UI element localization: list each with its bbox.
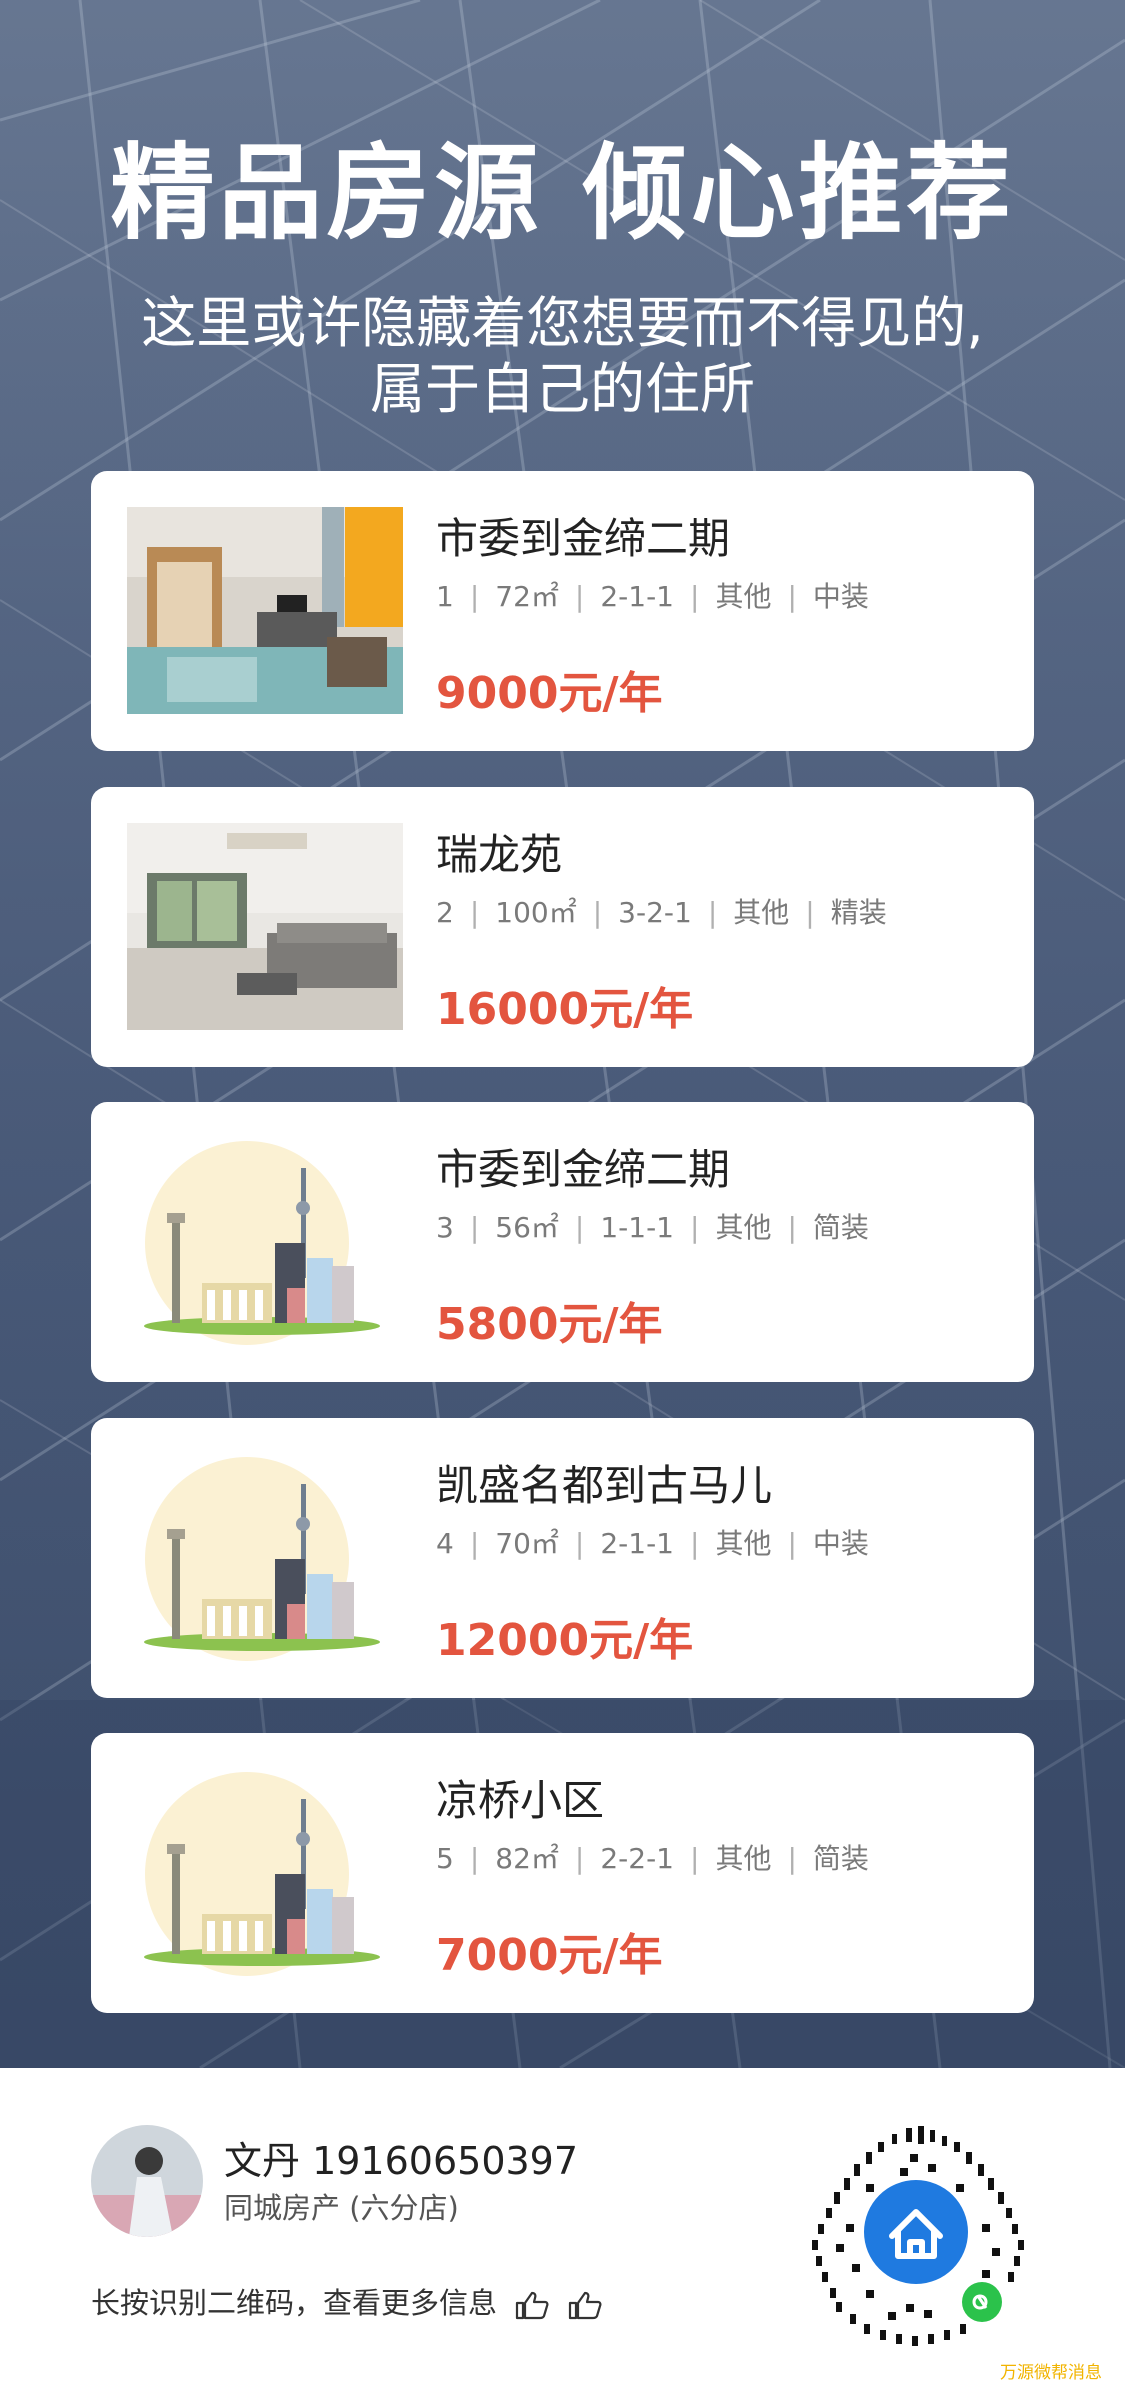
listing-price: 16000元/年: [436, 984, 694, 1035]
listing-specs: 5 | 82㎡ | 2-2-1 | 其他 | 简装: [436, 1842, 869, 1875]
listing-specs: 2 | 100㎡ | 3-2-1 | 其他 | 精装: [436, 896, 887, 929]
listing-title: 凉桥小区: [436, 1776, 605, 1825]
house-icon-badge: [864, 2180, 968, 2284]
listing-card[interactable]: 凉桥小区 5 | 82㎡ | 2-2-1 | 其他 | 简装 7000元/年: [91, 1733, 1034, 2013]
agent-footer: 文丹 19160650397 同城房产 (六分店) 长按识别二维码，查看更多信息: [0, 2068, 1125, 2407]
city-illustration: [127, 1138, 403, 1345]
listing-price: 5800元/年: [436, 1299, 663, 1350]
listing-card[interactable]: 瑞龙苑 2 | 100㎡ | 3-2-1 | 其他 | 精装 16000元/年: [91, 787, 1034, 1067]
thumbs-up-icon: [516, 2291, 549, 2320]
page-subtitle-line2: 属于自己的住所: [369, 357, 755, 421]
listing-price: 9000元/年: [436, 668, 663, 719]
page-title: 精品房源 倾心推荐: [110, 132, 1015, 254]
listing-card[interactable]: 市委到金缔二期 1 | 72㎡ | 2-1-1 | 其他 | 中装 9000元/年: [91, 471, 1034, 751]
mini-program-qr-code[interactable]: [806, 2124, 1030, 2348]
scan-hint: 长按识别二维码，查看更多信息: [91, 2280, 603, 2322]
listing-card[interactable]: 凯盛名都到古马儿 4 | 70㎡ | 2-1-1 | 其他 | 中装 12000元/年: [91, 1418, 1034, 1698]
listing-specs: 3 | 56㎡ | 1-1-1 | 其他 | 简装: [436, 1211, 869, 1244]
listing-title: 凯盛名都到古马儿: [436, 1461, 773, 1510]
listing-title: 市委到金缔二期: [436, 1145, 731, 1194]
avatar[interactable]: [91, 2125, 203, 2237]
listing-card[interactable]: 市委到金缔二期 3 | 56㎡ | 1-1-1 | 其他 | 简装 5800元/年: [91, 1102, 1034, 1382]
listing-price: 12000元/年: [436, 1615, 694, 1666]
listing-specs: 4 | 70㎡ | 2-1-1 | 其他 | 中装: [436, 1527, 869, 1560]
watermark: 万源微帮消息: [1000, 2363, 1102, 2383]
listing-specs: 1 | 72㎡ | 2-1-1 | 其他 | 中装: [436, 580, 869, 613]
hero-banner: 精品房源 倾心推荐 这里或许隐藏着您想要而不得见的, 属于自己的住所 市委到金缔…: [0, 0, 1125, 2068]
city-illustration: [127, 1769, 403, 1976]
scan-hint-text: 长按识别二维码，查看更多信息: [91, 2286, 498, 2320]
agent-store: 同城房产 (六分店): [224, 2191, 459, 2225]
listing-price: 7000元/年: [436, 1930, 663, 1981]
city-illustration: [127, 1454, 403, 1661]
listing-title: 瑞龙苑: [436, 830, 563, 879]
agent-name-phone[interactable]: 文丹 19160650397: [224, 2130, 578, 2185]
thumbs-up-icon: [569, 2291, 602, 2320]
listing-photo: [127, 823, 403, 1030]
listing-title: 市委到金缔二期: [436, 514, 731, 563]
listing-photo: [127, 507, 403, 714]
